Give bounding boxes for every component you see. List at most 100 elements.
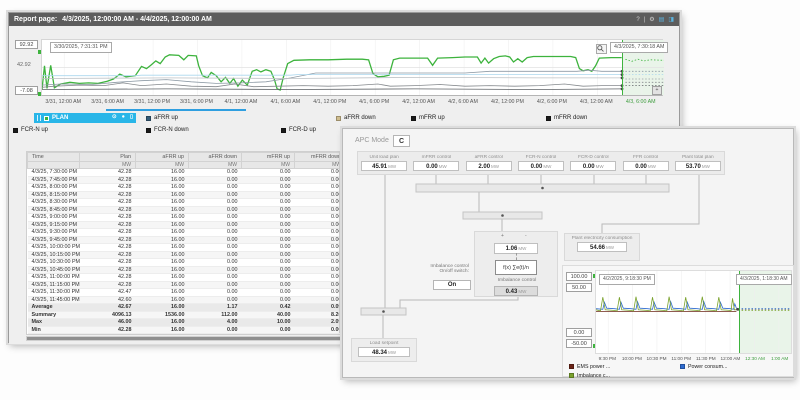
legend-item-fcr-d-up[interactable]: FCR-D up xyxy=(281,125,316,135)
table-cell: 0.00 xyxy=(242,184,295,192)
table-cell: 42.28 xyxy=(80,236,136,244)
zoom-icon[interactable] xyxy=(596,44,607,54)
table-row[interactable]: 4/3/25, 9:45:00 PM42.2816.000.000.000.00 xyxy=(28,236,346,244)
table-cell: 16.00 xyxy=(136,244,189,252)
column-header-afrr-down[interactable]: aFRR down xyxy=(189,153,242,162)
table-row[interactable]: 4/3/25, 9:00:00 PM42.2816.000.000.000.00 xyxy=(28,214,346,222)
table-row[interactable]: 4/3/25, 8:15:00 PM42.2816.000.000.000.00 xyxy=(28,191,346,199)
apc-body: APC Mode C Unit load plan45.91MWmFRR con… xyxy=(343,129,793,377)
y-min-input[interactable]: -7.08 xyxy=(15,86,38,95)
mini-y-min-input[interactable]: -50.00 xyxy=(566,339,592,348)
table-row[interactable]: 4/3/25, 11:15:00 PM42.2816.000.000.000.0… xyxy=(28,281,346,289)
load-setpoint-value: 48.34MW xyxy=(358,347,410,357)
table-cell: 42.47 xyxy=(80,289,136,297)
table-row[interactable]: 4/3/25, 10:30:00 PM42.2816.000.000.000.0… xyxy=(28,259,346,267)
trash-icon[interactable]: ▯ xyxy=(130,115,133,121)
table-cell: 0.00 xyxy=(189,326,242,334)
table-cell: 42.28 xyxy=(80,274,136,282)
plan-box-label: FCR-N control xyxy=(516,155,566,160)
legend-swatch xyxy=(569,373,574,378)
load-setpoint-label: Load setpoint xyxy=(352,341,416,346)
legend-item-afrr-down[interactable]: aFRR down xyxy=(336,113,376,123)
table-cell: 16.00 xyxy=(136,326,189,334)
chart-cursor-right: 4/3/2025, 7:30:18 AM xyxy=(610,42,668,53)
table-cell: 4/3/25, 8:45:00 PM xyxy=(28,206,80,214)
table-cell: 0.00 xyxy=(295,214,346,222)
legend-item-mfrr-down[interactable]: mFRR down xyxy=(546,113,587,123)
column-unit: MW xyxy=(295,162,346,169)
plan-box-value[interactable]: 0.00MW xyxy=(623,161,669,171)
eye-icon[interactable]: ⊙ xyxy=(112,115,117,121)
x-tick: 4/1, 6:00 AM xyxy=(263,99,307,105)
legend-item-fcr-n-down[interactable]: FCR-N down xyxy=(146,125,189,135)
legend-swatch xyxy=(411,116,416,121)
summary-row-summary: Summary4096.131536.00112.0040.008.26 xyxy=(28,311,346,319)
plan-box-value[interactable]: 2.00MW xyxy=(466,161,512,171)
table-row[interactable]: 4/3/25, 11:30:00 PM42.4716.000.000.000.0… xyxy=(28,289,346,297)
plan-box-label: Unit load plan xyxy=(359,155,409,160)
mini-y-max-input[interactable]: 100.00 xyxy=(566,272,592,281)
table-cell: 112.00 xyxy=(189,311,242,319)
table-cell: 42.28 xyxy=(80,259,136,267)
plan-box-mfrr-control: mFRR control0.00MW xyxy=(411,155,461,171)
time-range-indicator[interactable] xyxy=(106,109,246,111)
table-cell: 0.00 xyxy=(242,191,295,199)
table-cell: 0.00 xyxy=(189,236,242,244)
table-cell: 4/3/25, 11:45:00 PM xyxy=(28,296,80,304)
table-cell: 4096.13 xyxy=(80,311,136,319)
column-header-time[interactable]: Time xyxy=(28,153,80,162)
table-row[interactable]: 4/3/25, 11:00:00 PM42.2816.000.000.000.0… xyxy=(28,274,346,282)
now-line-handle[interactable]: + xyxy=(652,86,662,95)
apc-mode-selector[interactable]: C xyxy=(393,135,410,147)
plan-box-value[interactable]: 0.00MW xyxy=(518,161,564,171)
mini-y-upper-input[interactable]: 50.00 xyxy=(566,283,592,292)
settings-icon[interactable]: ⚙ xyxy=(649,17,654,23)
mini-legend-item-imbalance-c-[interactable]: Imbalance c... xyxy=(569,372,610,379)
plan-box-value[interactable]: 53.70MW xyxy=(675,161,721,171)
table-row[interactable]: 4/3/25, 9:30:00 PM42.2816.000.000.000.00 xyxy=(28,229,346,237)
table-row[interactable]: 4/3/25, 11:45:00 PM42.6016.000.000.000.0… xyxy=(28,296,346,304)
table-row[interactable]: 4/3/25, 10:45:00 PM42.2816.000.000.000.0… xyxy=(28,266,346,274)
table-row[interactable]: 4/3/25, 7:30:00 PM42.2816.000.000.000.00 xyxy=(28,169,346,177)
pin-icon[interactable]: ◨ xyxy=(668,17,674,23)
mini-y-lower-input[interactable]: 0.00 xyxy=(566,328,592,337)
legend-item-afrr-up[interactable]: aFRR up xyxy=(146,113,178,123)
plan-box-label: FFR control xyxy=(621,155,671,160)
column-header-mfrr-down[interactable]: mFRR down xyxy=(295,153,346,162)
x-tick: 12:30 AM xyxy=(743,356,768,361)
report-chart[interactable]: 3/30/2025, 7:31:31 PM 4/3/2025, 7:30:18 … xyxy=(41,39,663,96)
table-cell: 4/3/25, 10:45:00 PM xyxy=(28,266,80,274)
plan-box-value[interactable]: 0.00MW xyxy=(413,161,459,171)
help-icon[interactable]: ? xyxy=(636,17,639,23)
column-header-afrr-up[interactable]: aFRR up xyxy=(136,153,189,162)
table-row[interactable]: 4/3/25, 7:45:00 PM42.2816.000.000.000.00 xyxy=(28,176,346,184)
column-header-mfrr-up[interactable]: mFRR up xyxy=(242,153,295,162)
chart-icon[interactable]: ▤ xyxy=(659,17,665,23)
mini-plot[interactable]: 4/2/2025, 9:18:30 PM 4/3/2025, 1:18:30 A… xyxy=(595,270,792,354)
table-row[interactable]: 4/3/25, 9:15:00 PM42.2816.000.000.000.00 xyxy=(28,221,346,229)
report-titlebar[interactable]: Report page: 4/3/2025, 12:00:00 AM - 4/4… xyxy=(9,13,679,26)
table-row[interactable]: 4/3/25, 8:00:00 PM42.2816.000.000.000.00 xyxy=(28,184,346,192)
plant-consumption-value: 54.66MW xyxy=(577,242,627,252)
table-row[interactable]: 4/3/25, 8:30:00 PM42.2816.000.000.000.00 xyxy=(28,199,346,207)
y-max-input[interactable]: 92.92 xyxy=(15,40,38,49)
plan-box-value[interactable]: 45.91MW xyxy=(361,161,407,171)
table-cell: 0.00 xyxy=(189,296,242,304)
record-icon[interactable]: ● xyxy=(122,115,125,121)
column-header-plan[interactable]: Plan xyxy=(80,153,136,162)
drag-handle-icon[interactable] xyxy=(37,115,41,121)
legend-item-fcr-n-up[interactable]: FCR-N up xyxy=(13,125,48,135)
table-row[interactable]: 4/3/25, 10:00:00 PM42.2816.000.000.000.0… xyxy=(28,244,346,252)
legend-item-mfrr-up[interactable]: mFRR up xyxy=(411,113,445,123)
legend-item-plan[interactable]: PLAN⊙●▯ xyxy=(34,113,136,123)
imbalance-switch[interactable]: On xyxy=(433,280,471,290)
scrollbar-thumb[interactable] xyxy=(27,337,357,340)
plan-box-value[interactable]: 0.00MW xyxy=(570,161,616,171)
mini-legend-item-ems-power-[interactable]: EMS power ... xyxy=(569,363,610,370)
table-row[interactable]: 4/3/25, 10:15:00 PM42.2816.000.000.000.0… xyxy=(28,251,346,259)
mini-legend-item-power-consum-[interactable]: Power consum... xyxy=(680,363,727,370)
table-cell: 0.00 xyxy=(242,274,295,282)
plan-box-label: FCR-D control xyxy=(568,155,618,160)
table-row[interactable]: 4/3/25, 8:45:00 PM42.2816.000.000.000.00 xyxy=(28,206,346,214)
table-cell: 0.00 xyxy=(242,259,295,267)
